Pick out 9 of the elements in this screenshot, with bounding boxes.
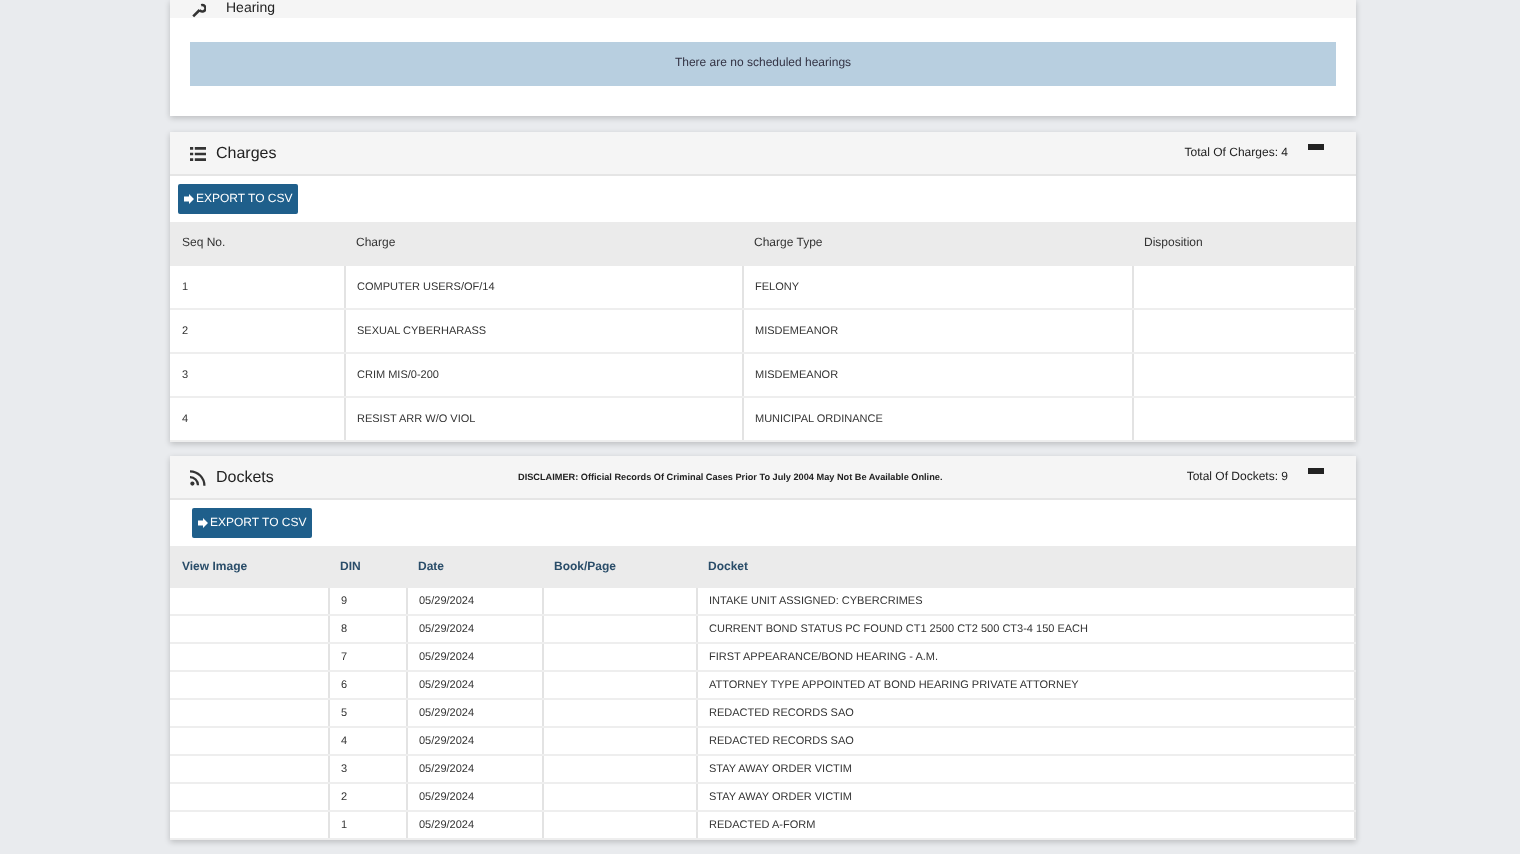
rss-icon [190, 469, 206, 485]
wrench-icon [190, 1, 206, 17]
collapse-button[interactable] [1308, 468, 1324, 474]
list-icon [190, 145, 206, 161]
export-icon [198, 518, 208, 528]
panel-title: Dockets [216, 468, 274, 486]
panel-title: Charges [216, 144, 277, 162]
export-icon [184, 194, 194, 204]
collapse-button[interactable] [1308, 144, 1324, 150]
